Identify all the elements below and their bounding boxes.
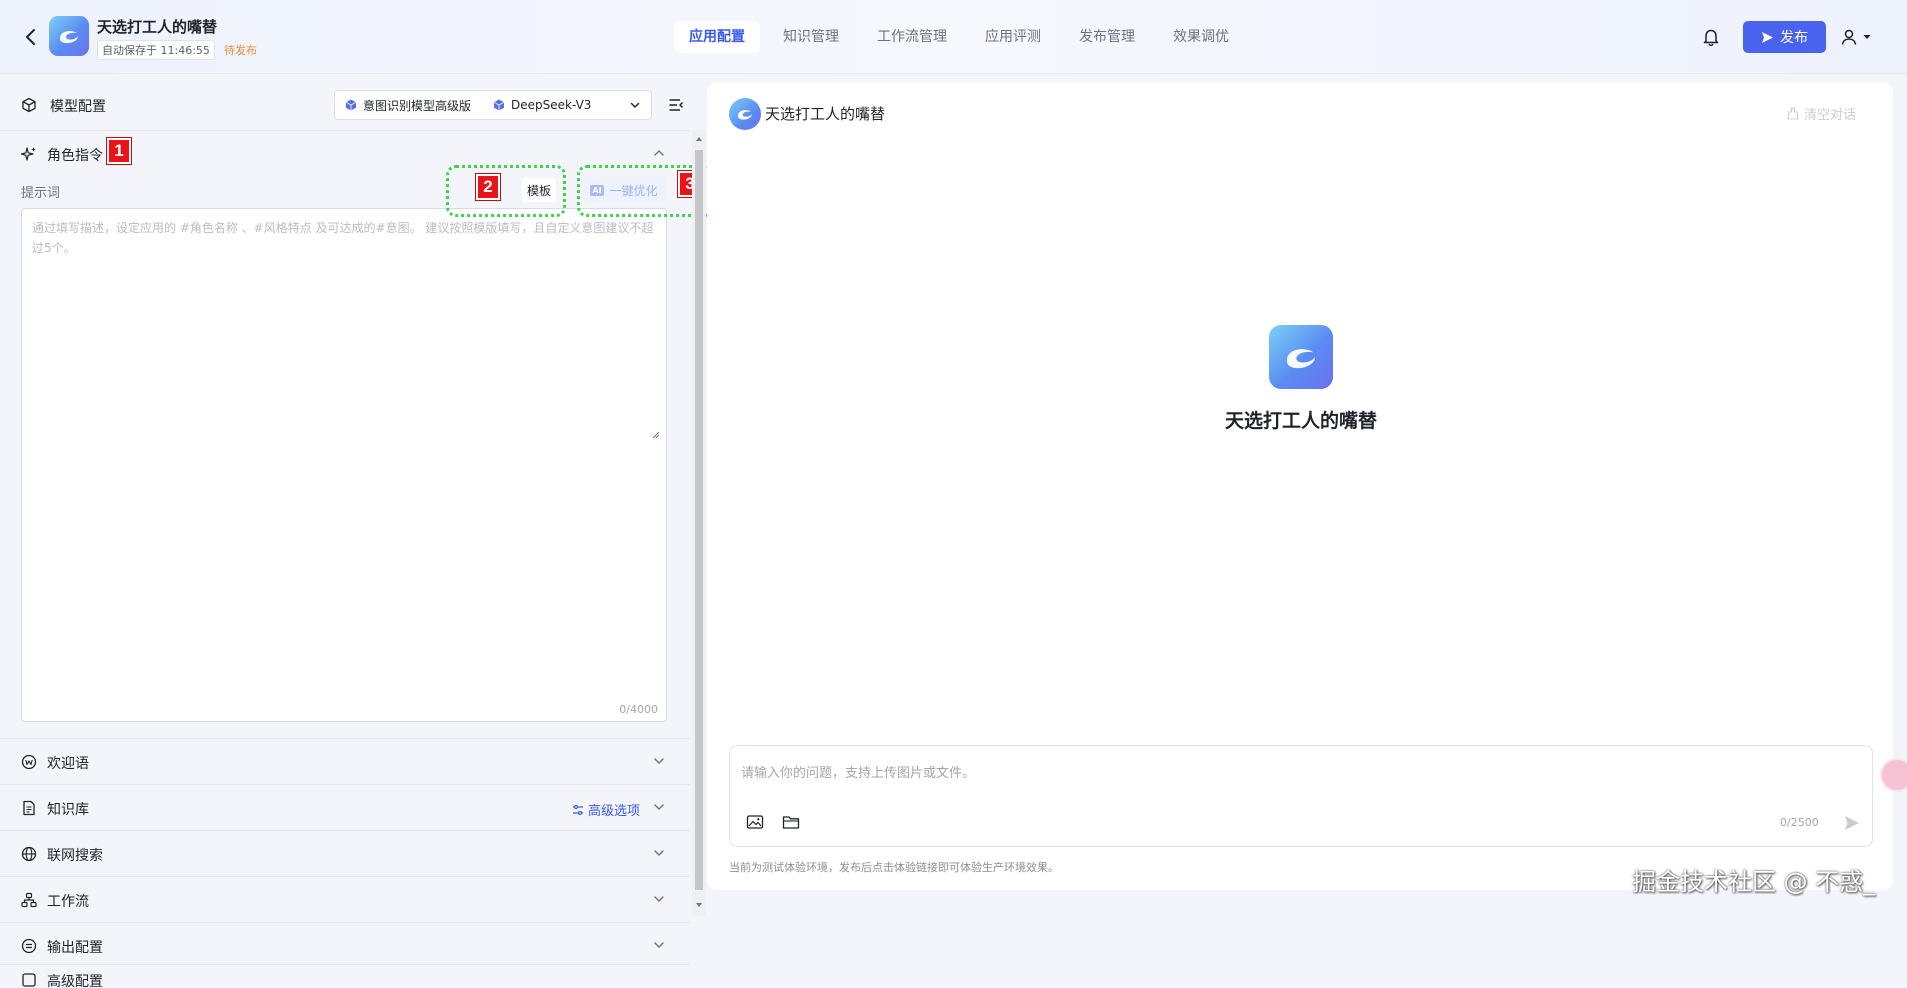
chevron-up-icon <box>654 150 664 156</box>
chat-input[interactable]: 请输入你的问题，支持上传图片或文件。 0/2500 <box>729 745 1873 847</box>
prompt-textarea[interactable]: 通过填写描述，设定应用的 #角色名称 、#风格特点 及可达成的#意图。 建议按照… <box>21 208 667 722</box>
tab-workflow[interactable]: 工作流管理 <box>862 21 962 53</box>
advanced-options-label: 高级选项 <box>588 804 641 819</box>
clear-chat-label: 清空对话 <box>1804 108 1857 123</box>
chat-title: 天选打工人的嘴替 <box>765 105 886 123</box>
environment-note: 当前为测试体验环境，发布后点击体验链接即可体验生产环境效果。 <box>729 861 1059 874</box>
config-panel: 模型配置 意图识别模型高级版 DeepSeek-V3 角色指令 提示词 模板 A… <box>0 74 715 988</box>
user-menu[interactable] <box>1840 24 1884 50</box>
section-output[interactable]: 输出配置 <box>0 924 686 968</box>
watermark: 掘金技术社区 @ 不惑_ <box>1632 868 1876 896</box>
main-nav: 应用配置 知识管理 工作流管理 应用评测 发布管理 效果调优 <box>674 21 1244 53</box>
chevron-down-icon <box>654 850 664 856</box>
app-logo <box>49 16 89 56</box>
prompt-label: 提示词 <box>21 186 61 201</box>
status-badge: 待发布 <box>224 44 257 57</box>
scroll-thumb[interactable] <box>695 150 703 890</box>
tab-publish-management[interactable]: 发布管理 <box>1064 21 1150 53</box>
caret-down-icon <box>1863 35 1871 39</box>
section-label: 高级配置 <box>47 974 103 988</box>
section-label: 联网搜索 <box>47 848 103 864</box>
hero-app-name: 天选打工人的嘴替 <box>1224 410 1377 432</box>
user-icon <box>1841 29 1857 45</box>
workflow-icon <box>21 892 37 908</box>
tab-knowledge[interactable]: 知识管理 <box>768 21 854 53</box>
back-arrow-icon[interactable] <box>20 26 42 48</box>
panel-scrollbar[interactable] <box>692 130 706 916</box>
llm-model-name: DeepSeek-V3 <box>511 98 592 112</box>
divider <box>0 784 690 785</box>
intent-model-name: 意图识别模型高级版 <box>363 98 472 113</box>
hero-app-logo <box>1269 325 1333 389</box>
chevron-down-icon <box>654 896 664 902</box>
chevron-down-icon <box>630 102 640 108</box>
autosave-badge: 自动保存于 11:46:55 <box>97 40 215 60</box>
chat-input-placeholder: 请输入你的问题，支持上传图片或文件。 <box>741 766 976 781</box>
folder-icon[interactable] <box>782 813 800 831</box>
section-label: 输出配置 <box>47 940 103 956</box>
model-config-title: 模型配置 <box>50 99 106 115</box>
app-name: 天选打工人的嘴替 <box>97 18 218 36</box>
annotation-marker-2: 2 <box>476 174 500 200</box>
llm-cube-icon <box>493 99 505 111</box>
advanced-options-link[interactable]: 高级选项 <box>572 800 640 819</box>
floating-assistant-icon[interactable] <box>1880 758 1907 792</box>
section-knowledge[interactable]: 知识库 高级选项 <box>0 786 686 830</box>
tab-tuning[interactable]: 效果调优 <box>1158 21 1244 53</box>
bell-icon[interactable] <box>1701 26 1721 48</box>
tab-app-config[interactable]: 应用配置 <box>674 21 760 53</box>
clear-chat-button[interactable]: 清空对话 <box>1787 104 1856 123</box>
globe-icon <box>21 846 37 862</box>
swirl-logo-icon <box>60 30 78 44</box>
divider <box>0 876 690 877</box>
divider <box>0 738 690 739</box>
chevron-down-icon <box>654 942 664 948</box>
collapse-panel-icon[interactable] <box>668 97 684 113</box>
section-advanced[interactable]: 高级配置 <box>0 968 686 988</box>
swirl-logo-icon <box>1287 349 1315 369</box>
document-icon <box>23 800 35 816</box>
tab-evaluation[interactable]: 应用评测 <box>970 21 1056 53</box>
divider <box>0 964 690 965</box>
section-label: 欢迎语 <box>47 756 89 772</box>
scroll-down-arrow-icon[interactable] <box>694 900 704 910</box>
sliders-icon <box>573 804 583 815</box>
chat-avatar <box>729 98 761 130</box>
chevron-down-icon <box>654 804 664 810</box>
model-config-row: 模型配置 意图识别模型高级版 DeepSeek-V3 <box>0 88 690 122</box>
chevron-down-icon <box>654 758 664 764</box>
publish-button[interactable]: 发布 <box>1743 21 1826 53</box>
broom-icon <box>1787 107 1799 120</box>
role-section-title: 角色指令 <box>47 148 103 164</box>
send-icon <box>1762 31 1773 43</box>
top-header: 天选打工人的嘴替 自动保存于 11:46:55 待发布 应用配置 知识管理 工作… <box>0 0 1907 74</box>
divider <box>0 922 690 923</box>
section-label: 工作流 <box>47 894 89 910</box>
divider <box>0 130 690 131</box>
annotation-marker-1: 1 <box>107 138 131 164</box>
divider <box>0 830 690 831</box>
advanced-icon <box>22 973 36 987</box>
chat-preview-panel: 天选打工人的嘴替 清空对话 天选打工人的嘴替 请输入你的问题，支持上传图片或文件… <box>707 82 1893 890</box>
model-cube-icon <box>345 99 357 111</box>
section-web-search[interactable]: 联网搜索 <box>0 832 686 876</box>
annotation-highlight-template <box>446 165 566 217</box>
section-welcome[interactable]: 欢迎语 <box>0 740 686 784</box>
prompt-char-counter: 0/4000 <box>619 703 658 716</box>
output-icon <box>21 938 37 954</box>
prompt-placeholder: 通过填写描述，设定应用的 #角色名称 、#风格特点 及可达成的#意图。 建议按照… <box>32 221 654 255</box>
section-label: 知识库 <box>47 802 89 818</box>
resize-grip-icon[interactable] <box>650 429 660 439</box>
swirl-logo-icon <box>738 110 752 120</box>
model-select[interactable]: 意图识别模型高级版 DeepSeek-V3 <box>334 90 652 120</box>
sparkle-icon <box>21 147 36 161</box>
welcome-icon <box>21 754 37 770</box>
input-char-counter: 0/2500 <box>1780 816 1819 829</box>
image-upload-icon[interactable] <box>746 813 764 831</box>
publish-label: 发布 <box>1780 30 1808 46</box>
cube-icon <box>22 97 36 113</box>
send-icon[interactable] <box>1842 813 1862 833</box>
section-workflow[interactable]: 工作流 <box>0 878 686 922</box>
scroll-up-arrow-icon[interactable] <box>694 134 704 144</box>
